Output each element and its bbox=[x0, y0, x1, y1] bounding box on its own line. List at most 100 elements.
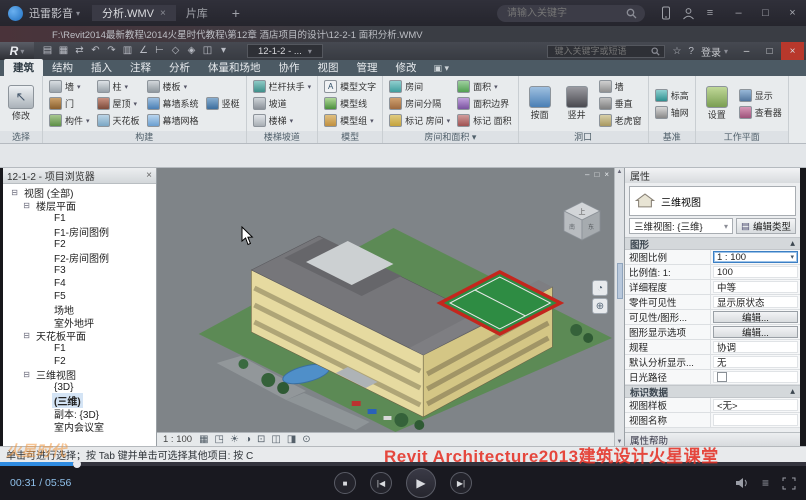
new-tab-button[interactable]: + bbox=[224, 0, 248, 26]
tree-item[interactable]: ⊟ 三维视图 bbox=[3, 368, 156, 381]
stair-button[interactable]: 楼梯▾ bbox=[251, 112, 314, 129]
redo-icon[interactable]: ↷ bbox=[104, 42, 119, 60]
property-row[interactable]: 视图名称 bbox=[625, 413, 800, 428]
model-group-button[interactable]: 模型组▾ bbox=[322, 112, 378, 129]
tree-expand-icon[interactable]: ⊟ bbox=[22, 331, 31, 340]
viewer-button[interactable]: 查看器 bbox=[737, 104, 784, 121]
section-graphics[interactable]: 图形 ▴ bbox=[625, 237, 800, 250]
crop-region-icon[interactable]: ⊡ bbox=[257, 434, 265, 445]
property-row[interactable]: 视图样板 <无> bbox=[625, 398, 800, 413]
ceiling-button[interactable]: 天花板 bbox=[95, 112, 142, 129]
ribbon-tab[interactable]: 体量和场地 bbox=[199, 59, 270, 76]
measure-icon[interactable]: ∠ bbox=[136, 42, 151, 60]
type-dropdown[interactable]: 三维视图: {三维} ▾ bbox=[629, 218, 733, 234]
section-identity[interactable]: 标识数据 ▴ bbox=[625, 385, 800, 398]
fullscreen-icon[interactable] bbox=[782, 477, 796, 490]
tag-room-button[interactable]: 标记 房间▾ bbox=[387, 112, 452, 129]
player-search[interactable] bbox=[497, 5, 645, 22]
search-icon[interactable] bbox=[626, 8, 637, 19]
scale-label[interactable]: 1 : 100 bbox=[163, 434, 192, 445]
shadows-icon[interactable]: ◑ bbox=[245, 434, 251, 445]
floor-button[interactable]: 楼板▾ bbox=[145, 78, 201, 95]
column-button[interactable]: 柱▾ bbox=[95, 78, 142, 95]
project-browser-close-icon[interactable]: × bbox=[146, 170, 152, 181]
room-separator-button[interactable]: 房间分隔 bbox=[387, 95, 452, 112]
user-icon[interactable] bbox=[677, 0, 699, 26]
sun-path-icon[interactable]: ☀ bbox=[230, 434, 239, 445]
dimension-icon[interactable]: ⊢ bbox=[152, 42, 167, 60]
scroll-up-icon[interactable]: ▲ bbox=[617, 169, 623, 175]
property-row[interactable]: 视图比例 1 : 100 bbox=[625, 250, 800, 265]
help-search-input[interactable] bbox=[552, 45, 647, 57]
print-icon[interactable]: ▥ bbox=[120, 42, 135, 60]
opening-by-face-button[interactable]: 按面 bbox=[523, 86, 557, 120]
wall-opening-button[interactable]: 墙 bbox=[597, 78, 644, 95]
project-browser-titlebar[interactable]: 12-1-2 - 项目浏览器 × bbox=[3, 168, 156, 184]
visual-style-icon[interactable]: ◳ bbox=[215, 434, 224, 445]
view-restore-icon[interactable]: □ bbox=[594, 170, 599, 179]
seek-handle[interactable] bbox=[73, 460, 81, 468]
stop-button[interactable]: ■ bbox=[334, 472, 356, 494]
area-boundary-button[interactable]: 面积边界 bbox=[455, 95, 514, 112]
undo-icon[interactable]: ↶ bbox=[88, 42, 103, 60]
phone-icon[interactable] bbox=[655, 0, 677, 26]
property-row[interactable]: 日光路径 bbox=[625, 370, 800, 385]
signin-button[interactable]: 登录 ▾ bbox=[701, 44, 728, 59]
revit-maximize-button[interactable]: □ bbox=[758, 42, 781, 60]
property-row[interactable]: 默认分析显示... 无 bbox=[625, 355, 800, 370]
help-icon[interactable]: ? bbox=[688, 46, 694, 57]
curtain-system-button[interactable]: 幕墙系统 bbox=[145, 95, 201, 112]
ribbon-tab[interactable]: 管理 bbox=[348, 59, 387, 76]
type-selector[interactable]: 三维视图 bbox=[629, 186, 796, 216]
tree-expand-icon[interactable]: ⊟ bbox=[22, 370, 31, 379]
playlist-icon[interactable]: ≡ bbox=[762, 476, 769, 490]
reveal-hidden-icon[interactable]: ⊙ bbox=[302, 434, 310, 445]
scrollbar-thumb[interactable] bbox=[617, 263, 623, 299]
collapse-icon[interactable]: ▴ bbox=[790, 238, 795, 249]
tree-item[interactable]: ⊟ 天花板平面 bbox=[3, 329, 156, 342]
wall-button[interactable]: 墙▾ bbox=[47, 78, 92, 95]
curtain-grid-button[interactable]: 幕墙网格 bbox=[145, 112, 201, 129]
favorites-icon[interactable]: ☆ bbox=[672, 46, 681, 57]
area-button[interactable]: 面积▾ bbox=[455, 78, 514, 95]
ribbon-tab[interactable]: 注释 bbox=[121, 59, 160, 76]
properties-titlebar[interactable]: 属性 bbox=[625, 168, 800, 183]
tree-item[interactable]: F1-房间图例 bbox=[3, 225, 156, 238]
show-crop-icon[interactable]: ◫ bbox=[271, 434, 280, 445]
tree-item[interactable]: ⊟ 视图 (全部) bbox=[3, 186, 156, 199]
tree-expand-icon[interactable]: ⊟ bbox=[10, 188, 19, 197]
play-button[interactable]: ▶ bbox=[406, 468, 436, 498]
tree-item[interactable]: F2 bbox=[3, 355, 156, 368]
open-icon[interactable]: ▤ bbox=[40, 42, 55, 60]
volume-icon[interactable] bbox=[735, 477, 749, 489]
viewcube[interactable]: 上 南 东 bbox=[560, 198, 604, 244]
room-button[interactable]: 房间 bbox=[387, 78, 452, 95]
help-search[interactable] bbox=[547, 45, 665, 58]
save-icon[interactable]: ▦ bbox=[56, 42, 71, 60]
brand-dropdown-icon[interactable]: ▾ bbox=[76, 9, 80, 18]
ribbon-tab[interactable]: 视图 bbox=[309, 59, 348, 76]
ribbon-tab[interactable]: 结构 bbox=[43, 59, 82, 76]
collapse-icon[interactable]: ▴ bbox=[790, 386, 795, 397]
application-menu-button[interactable]: R ▾ bbox=[0, 42, 34, 60]
player-tab[interactable]: 片库 bbox=[176, 5, 224, 21]
roof-button[interactable]: 屋顶▾ bbox=[95, 95, 142, 112]
vertical-scrollbar[interactable]: ▲ ▼ bbox=[614, 168, 624, 446]
tree-item[interactable]: F3 bbox=[3, 264, 156, 277]
drawing-area[interactable]: – □ × 上 南 东 ◔ ⊕ 1 : 100 bbox=[157, 168, 614, 446]
ribbon-tab[interactable]: 建筑 bbox=[4, 59, 43, 76]
section-icon[interactable]: ◫ bbox=[200, 42, 215, 60]
property-row[interactable]: 规程 协调 bbox=[625, 340, 800, 355]
property-row[interactable]: 详细程度 中等 bbox=[625, 280, 800, 295]
player-close-button[interactable]: × bbox=[779, 0, 806, 26]
property-row[interactable]: 零件可见性 显示原状态 bbox=[625, 295, 800, 310]
revit-minimize-button[interactable]: – bbox=[735, 42, 758, 60]
ramp-button[interactable]: 坡道 bbox=[251, 95, 314, 112]
model-text-button[interactable]: A模型文字 bbox=[322, 78, 378, 95]
model-line-button[interactable]: 模型线 bbox=[322, 95, 378, 112]
tree-expand-icon[interactable]: ⊟ bbox=[22, 201, 31, 210]
dormer-button[interactable]: 老虎窗 bbox=[597, 112, 644, 129]
3d-model-view[interactable] bbox=[157, 168, 614, 432]
modify-button[interactable]: ↖ 修改 bbox=[4, 85, 38, 121]
player-minimize-button[interactable]: – bbox=[725, 0, 752, 26]
